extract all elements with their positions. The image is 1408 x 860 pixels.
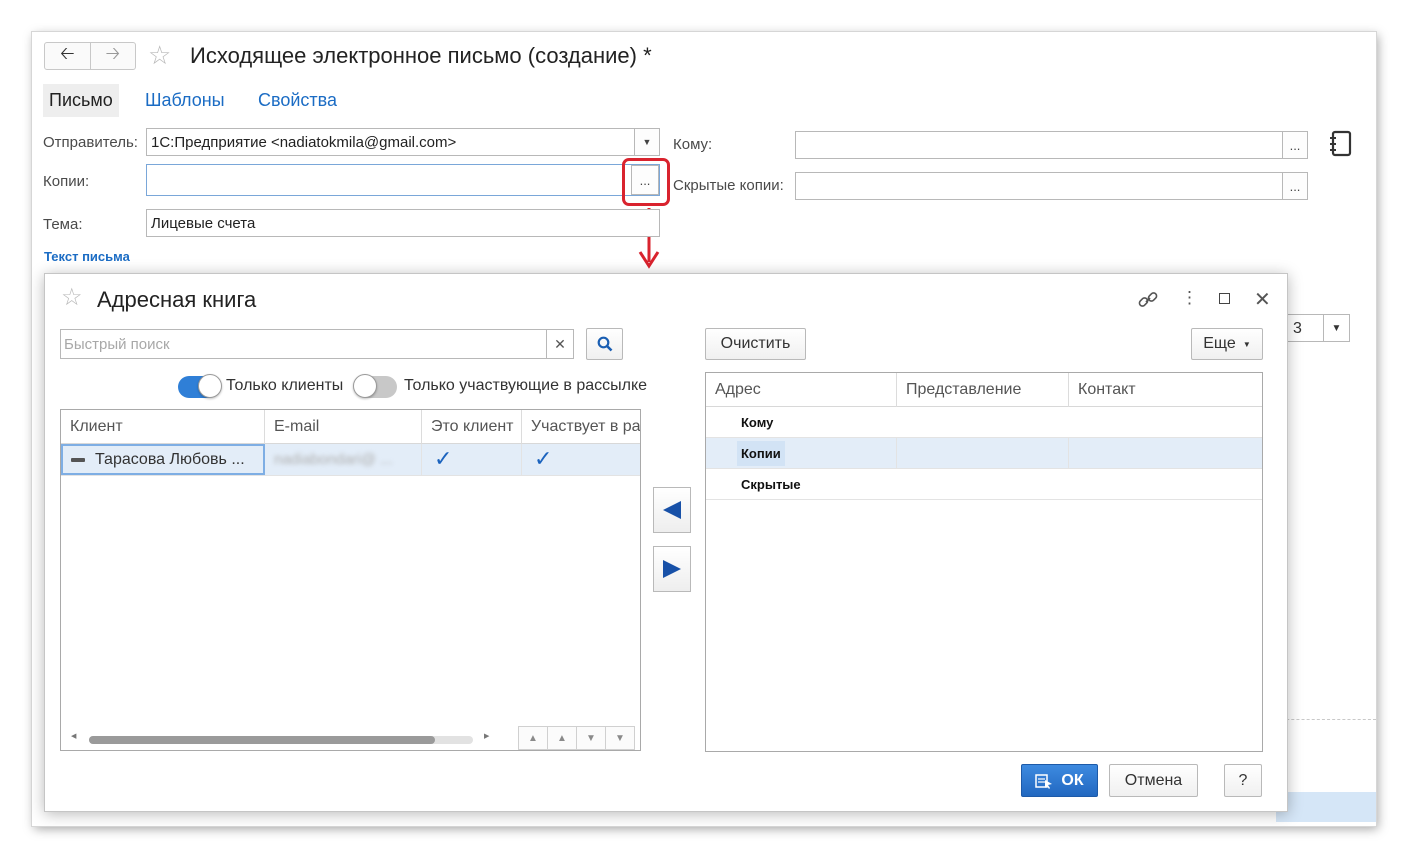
subject-label: Тема: [43, 216, 83, 233]
tab-templates[interactable]: Шаблоны [145, 90, 225, 111]
link-icon[interactable] [1137, 290, 1159, 310]
col-address[interactable]: Адрес [706, 373, 897, 407]
window-title: Исходящее электронное письмо (создание) … [190, 43, 652, 68]
tab-properties[interactable]: Свойства [258, 90, 337, 111]
highlight-ring [622, 158, 670, 206]
addresses-table-header: Адрес Представление Контакт [706, 373, 1262, 407]
to-field[interactable]: ... [795, 131, 1308, 159]
body-section-title[interactable]: Текст письма [44, 249, 130, 264]
ok-label: ОК [1061, 771, 1084, 789]
maximize-icon[interactable] [1219, 293, 1230, 304]
clients-table: Клиент E-mail Это клиент Участвует в ра … [60, 409, 641, 751]
col-is-client[interactable]: Это клиент [422, 410, 522, 444]
email-value: nadiabondari@ ... [274, 451, 393, 468]
search-button[interactable] [586, 328, 623, 360]
first-row-icon[interactable]: ▲ [518, 726, 548, 750]
only-participants-label: Только участвующие в рассылке [404, 377, 648, 394]
clear-button[interactable]: Очистить [705, 328, 806, 360]
back-button[interactable]: 🡠 [45, 43, 90, 69]
address-group-bcc: Скрытые [741, 477, 801, 492]
status-strip [1276, 792, 1376, 822]
ok-button[interactable]: ОК [1021, 764, 1098, 797]
arrow-left-icon: 🡠 [59, 43, 75, 63]
table-row[interactable]: Скрытые [706, 469, 1262, 500]
favorite-star-icon[interactable]: ☆ [61, 286, 83, 310]
triangle-left-icon [663, 501, 681, 519]
clear-search-icon[interactable]: ✕ [546, 330, 573, 358]
scroll-left-icon[interactable]: ◀ [71, 732, 76, 740]
chevron-down-icon[interactable]: ▼ [1323, 315, 1349, 341]
col-client[interactable]: Клиент [61, 410, 265, 444]
bcc-label: Скрытые копии: [673, 177, 784, 194]
tab-letter[interactable]: Письмо [43, 84, 119, 117]
col-email[interactable]: E-mail [265, 410, 422, 444]
search-icon [597, 336, 612, 352]
table-row[interactable]: Тарасова Любовь ... nadiabondari@ ... ✓ … [61, 444, 640, 476]
last-row-icon[interactable]: ▼ [605, 726, 635, 750]
client-cell[interactable]: Тарасова Любовь ... [61, 444, 265, 475]
addresses-table: Адрес Представление Контакт Кому Копии С… [705, 372, 1263, 752]
row-navigation: ▲ ▲ ▼ ▼ [518, 726, 635, 750]
address-group-cc: Копии [737, 441, 785, 466]
participates-check-icon[interactable]: ✓ [522, 444, 640, 475]
cancel-button[interactable]: Отмена [1109, 764, 1198, 797]
only-clients-toggle[interactable] [178, 374, 222, 398]
only-clients-label: Только клиенты [226, 377, 344, 394]
prev-row-icon[interactable]: ▲ [547, 726, 577, 750]
col-contact[interactable]: Контакт [1069, 373, 1262, 407]
row-marker-icon [71, 457, 85, 462]
arrow-right-icon: 🡢 [105, 43, 121, 63]
help-button[interactable]: ? [1224, 764, 1262, 797]
divider [1276, 719, 1376, 720]
sender-dropdown-button[interactable]: ▼ [634, 129, 659, 155]
to-select-button[interactable]: ... [1282, 132, 1307, 158]
address-book-dialog: ☆ Адресная книга ⋮ ✕ ✕ Только клиенты То… [44, 273, 1288, 812]
next-row-icon[interactable]: ▼ [576, 726, 606, 750]
col-participates[interactable]: Участвует в ра [522, 410, 640, 444]
quick-search: ✕ [60, 329, 574, 359]
client-name: Тарасова Любовь ... [95, 451, 245, 468]
move-left-button[interactable] [653, 487, 691, 533]
table-row[interactable]: Копии [706, 438, 1262, 469]
cc-label: Копии: [43, 173, 90, 190]
address-book-icon[interactable] [1328, 130, 1354, 158]
is-client-check-icon[interactable]: ✓ [422, 444, 522, 475]
to-label: Кому: [673, 136, 713, 153]
table-row[interactable]: Кому [706, 407, 1262, 438]
ellipsis-icon: ... [1289, 137, 1301, 153]
scroll-right-icon[interactable]: ▶ [484, 732, 489, 740]
subject-value: Лицевые счета [151, 215, 256, 232]
history-nav: 🡠 🡢 [44, 42, 136, 70]
only-participants-toggle[interactable] [353, 374, 397, 398]
move-right-button[interactable] [653, 546, 691, 592]
ellipsis-icon: ... [1289, 178, 1301, 194]
more-label: Еще [1203, 335, 1236, 352]
bcc-field[interactable]: ... [795, 172, 1308, 200]
address-group-to: Кому [741, 415, 774, 430]
search-input[interactable] [61, 330, 541, 358]
email-cell[interactable]: nadiabondari@ ... [265, 444, 422, 475]
sender-field[interactable]: 1С:Предприятие <nadiatokmila@gmail.com> … [146, 128, 660, 156]
cc-field[interactable] [146, 164, 660, 196]
font-size-value: 3 [1293, 320, 1302, 337]
bcc-select-button[interactable]: ... [1282, 173, 1307, 199]
sender-label: Отправитель: [43, 134, 138, 151]
ok-icon [1035, 773, 1053, 789]
scroll-thumb[interactable] [89, 736, 435, 744]
clients-table-header: Клиент E-mail Это клиент Участвует в ра [61, 410, 640, 444]
favorite-star-icon[interactable]: ☆ [148, 42, 171, 68]
subject-field[interactable]: Лицевые счета [146, 209, 660, 237]
more-options-icon[interactable]: ⋮ [1181, 288, 1198, 308]
col-presentation[interactable]: Представление [897, 373, 1069, 407]
triangle-right-icon [663, 560, 681, 578]
more-button[interactable]: Еще ▼ [1191, 328, 1263, 360]
forward-button[interactable]: 🡢 [89, 43, 136, 69]
horizontal-scrollbar[interactable] [89, 736, 473, 744]
sender-value: 1С:Предприятие <nadiatokmila@gmail.com> [151, 134, 457, 151]
chevron-down-icon: ▼ [642, 137, 652, 147]
dialog-title: Адресная книга [97, 287, 257, 312]
chevron-down-icon: ▼ [1242, 339, 1251, 349]
close-icon[interactable]: ✕ [1254, 287, 1271, 312]
